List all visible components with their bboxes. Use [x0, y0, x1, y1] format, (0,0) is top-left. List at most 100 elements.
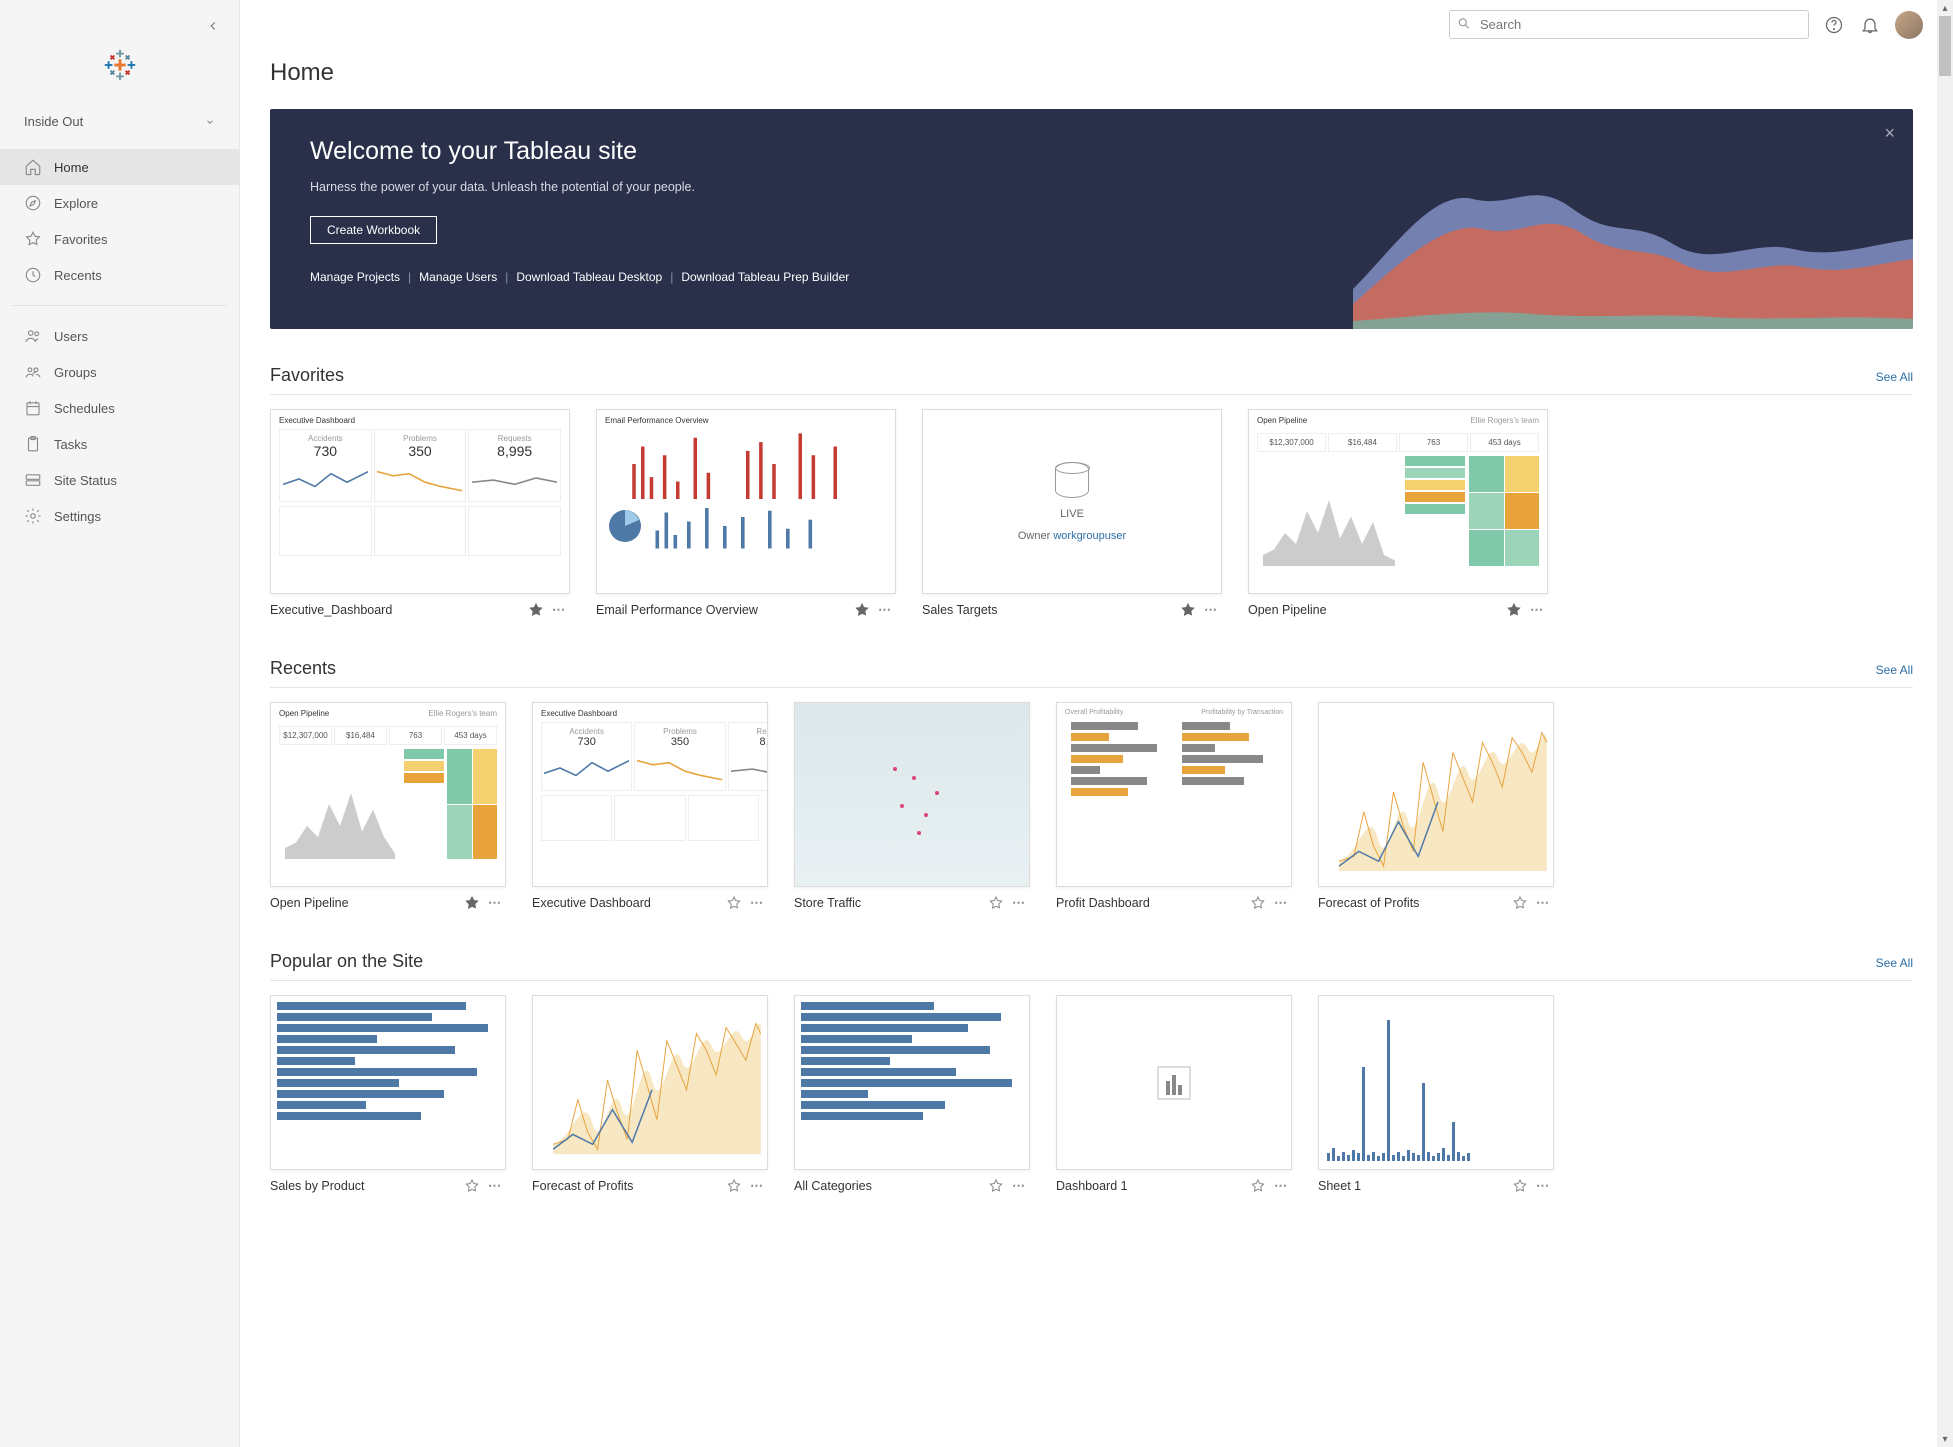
users-icon: [24, 327, 42, 345]
home-icon: [24, 158, 42, 176]
nav-label: Home: [54, 160, 89, 175]
card-dashboard-1[interactable]: Dashboard 1 ⋯: [1056, 995, 1292, 1194]
calendar-icon: [24, 399, 42, 417]
clock-icon: [24, 266, 42, 284]
nav-explore[interactable]: Explore: [0, 185, 239, 221]
nav-home[interactable]: Home: [0, 149, 239, 185]
nav-label: Site Status: [54, 473, 117, 488]
notifications-button[interactable]: [1859, 14, 1881, 36]
site-name: Inside Out: [24, 114, 83, 129]
card-all-categories[interactable]: All Categories ⋯: [794, 995, 1030, 1194]
download-prep-link[interactable]: Download Tableau Prep Builder: [681, 270, 849, 284]
see-all-popular[interactable]: See All: [1876, 956, 1913, 970]
card-title: Forecast of Profits: [532, 1179, 718, 1193]
favorite-toggle[interactable]: [854, 602, 870, 618]
card-menu[interactable]: ⋯: [1204, 602, 1222, 618]
card-menu[interactable]: ⋯: [750, 1178, 768, 1194]
card-title: Store Traffic: [794, 896, 980, 910]
nav-favorites[interactable]: Favorites: [0, 221, 239, 257]
scrollbar[interactable]: ▴ ▾: [1937, 0, 1953, 1447]
card-menu[interactable]: ⋯: [1274, 895, 1292, 911]
card-sales-targets[interactable]: LIVE Owner workgroupuser Sales Targets ⋯: [922, 409, 1222, 618]
favorite-toggle[interactable]: [1250, 895, 1266, 911]
card-forecast-profits[interactable]: Forecast of Profits ⋯: [1318, 702, 1554, 911]
card-store-traffic[interactable]: Store Traffic ⋯: [794, 702, 1030, 911]
banner-links: Manage Projects| Manage Users| Download …: [310, 270, 1873, 284]
card-title: Sales Targets: [922, 603, 1172, 617]
favorite-toggle[interactable]: [1250, 1178, 1266, 1194]
favorite-toggle[interactable]: [464, 895, 480, 911]
favorite-toggle[interactable]: [1180, 602, 1196, 618]
see-all-recents[interactable]: See All: [1876, 663, 1913, 677]
favorite-toggle[interactable]: [988, 895, 1004, 911]
compass-icon: [24, 194, 42, 212]
card-forecast-profits[interactable]: Forecast of Profits ⋯: [532, 995, 768, 1194]
nav-groups[interactable]: Groups: [0, 354, 239, 390]
forecast-thumbnail: [1319, 703, 1553, 886]
sparse-chart-thumbnail: [1319, 996, 1553, 1169]
card-title: Email Performance Overview: [596, 603, 846, 617]
card-menu[interactable]: ⋯: [1536, 1178, 1554, 1194]
nav-label: Favorites: [54, 232, 107, 247]
user-avatar[interactable]: [1895, 11, 1923, 39]
sidebar-collapse-button[interactable]: [203, 16, 223, 36]
card-title: Executive Dashboard: [532, 896, 718, 910]
nav-label: Tasks: [54, 437, 87, 452]
favorite-toggle[interactable]: [1506, 602, 1522, 618]
card-menu[interactable]: ⋯: [1012, 895, 1030, 911]
sidebar: Inside Out Home Explore Favorites Recent…: [0, 0, 240, 1447]
favorite-toggle[interactable]: [1512, 895, 1528, 911]
scroll-up-arrow[interactable]: ▴: [1937, 0, 1953, 16]
search-box[interactable]: [1449, 10, 1809, 39]
card-menu[interactable]: ⋯: [878, 602, 896, 618]
card-profit-dashboard[interactable]: Overall ProfitabilityProfitability by Tr…: [1056, 702, 1292, 911]
download-desktop-link[interactable]: Download Tableau Desktop: [516, 270, 662, 284]
popular-section: Popular on the Site See All Sales by Pro…: [270, 951, 1913, 1194]
banner-close-button[interactable]: ×: [1884, 123, 1895, 144]
help-button[interactable]: [1823, 14, 1845, 36]
card-menu[interactable]: ⋯: [552, 602, 570, 618]
search-input[interactable]: [1449, 10, 1809, 39]
nav-settings[interactable]: Settings: [0, 498, 239, 534]
nav-recents[interactable]: Recents: [0, 257, 239, 293]
nav-label: Settings: [54, 509, 101, 524]
tableau-logo: [101, 46, 139, 84]
card-menu[interactable]: ⋯: [1536, 895, 1554, 911]
section-title: Popular on the Site: [270, 951, 423, 972]
create-workbook-button[interactable]: Create Workbook: [310, 216, 437, 244]
see-all-favorites[interactable]: See All: [1876, 370, 1913, 384]
card-menu[interactable]: ⋯: [1530, 602, 1548, 618]
card-menu[interactable]: ⋯: [1012, 1178, 1030, 1194]
card-menu[interactable]: ⋯: [488, 895, 506, 911]
manage-users-link[interactable]: Manage Users: [419, 270, 497, 284]
favorite-toggle[interactable]: [528, 602, 544, 618]
nav-users[interactable]: Users: [0, 318, 239, 354]
card-sheet-1[interactable]: Sheet 1 ⋯: [1318, 995, 1554, 1194]
nav-label: Explore: [54, 196, 98, 211]
nav-label: Recents: [54, 268, 102, 283]
card-executive-dashboard[interactable]: Executive Dashboard Accidents730 Problem…: [532, 702, 768, 911]
card-menu[interactable]: ⋯: [488, 1178, 506, 1194]
site-selector[interactable]: Inside Out: [0, 104, 239, 143]
nav-label: Users: [54, 329, 88, 344]
nav-tasks[interactable]: Tasks: [0, 426, 239, 462]
scrollbar-thumb[interactable]: [1939, 16, 1951, 76]
manage-projects-link[interactable]: Manage Projects: [310, 270, 400, 284]
card-executive-dashboard[interactable]: Executive Dashboard Accidents730 Problem…: [270, 409, 570, 618]
favorite-toggle[interactable]: [1512, 1178, 1528, 1194]
nav-site-status[interactable]: Site Status: [0, 462, 239, 498]
card-title: Sheet 1: [1318, 1179, 1504, 1193]
card-title: All Categories: [794, 1179, 980, 1193]
card-open-pipeline[interactable]: Open PipelineEllie Rogers's team $12,307…: [270, 702, 506, 911]
card-sales-by-product[interactable]: Sales by Product ⋯: [270, 995, 506, 1194]
card-email-performance[interactable]: Email Performance Overview Email Perform…: [596, 409, 896, 618]
card-menu[interactable]: ⋯: [750, 895, 768, 911]
card-menu[interactable]: ⋯: [1274, 1178, 1292, 1194]
favorite-toggle[interactable]: [464, 1178, 480, 1194]
favorite-toggle[interactable]: [726, 895, 742, 911]
favorite-toggle[interactable]: [726, 1178, 742, 1194]
card-open-pipeline[interactable]: Open PipelineEllie Rogers's team $12,307…: [1248, 409, 1548, 618]
nav-schedules[interactable]: Schedules: [0, 390, 239, 426]
scroll-down-arrow[interactable]: ▾: [1937, 1431, 1953, 1447]
favorite-toggle[interactable]: [988, 1178, 1004, 1194]
